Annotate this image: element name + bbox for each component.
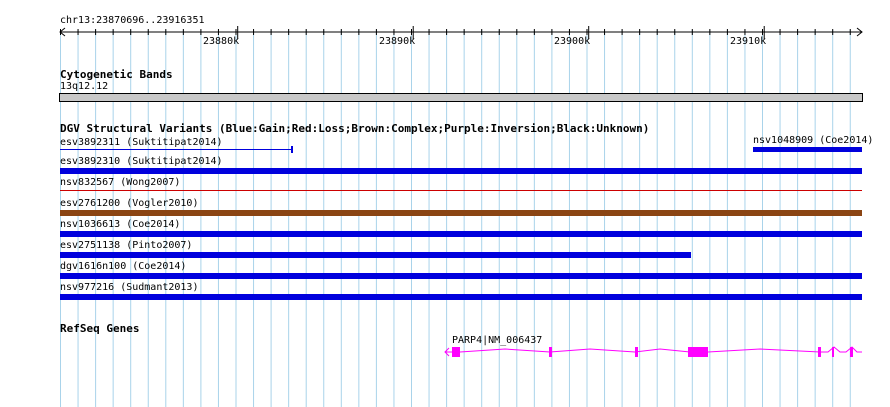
gene-exon bbox=[635, 347, 638, 357]
feature-bar-nsv1048909[interactable] bbox=[753, 147, 862, 152]
feature-bar-nsv832567[interactable] bbox=[60, 190, 862, 191]
gene-model-parp4[interactable] bbox=[0, 340, 890, 370]
gene-exon bbox=[832, 347, 834, 357]
feature-label[interactable]: nsv832567 (Wong2007) bbox=[60, 177, 180, 189]
gene-exon bbox=[688, 347, 708, 357]
cytoband-track-title: Cytogenetic Bands bbox=[60, 68, 173, 81]
feature-bar-esv2751138[interactable] bbox=[60, 252, 691, 258]
ruler-tick-label: 23880k bbox=[203, 36, 240, 47]
feature-bar-end-cap bbox=[291, 146, 293, 153]
gene-introns bbox=[445, 346, 862, 353]
refseq-track-title: RefSeq Genes bbox=[60, 322, 140, 335]
feature-bar-esv3892311[interactable] bbox=[60, 149, 292, 150]
feature-label[interactable]: nsv977216 (Sudmant2013) bbox=[60, 282, 198, 294]
ruler-tick-label: 23910k bbox=[730, 36, 767, 47]
dgv-track-title: DGV Structural Variants (Blue:Gain;Red:L… bbox=[60, 122, 650, 135]
feature-label[interactable]: esv3892311 (Suktitipat2014) bbox=[60, 137, 223, 149]
feature-label[interactable]: esv2761200 (Vogler2010) bbox=[60, 198, 198, 210]
feature-bar-dgv1616n100[interactable] bbox=[60, 273, 862, 279]
feature-bar-esv2761200[interactable] bbox=[60, 210, 862, 216]
feature-label[interactable]: nsv1036613 (Coe2014) bbox=[60, 219, 180, 231]
gene-exon bbox=[818, 347, 821, 357]
gene-exon bbox=[850, 347, 853, 357]
genome-browser-view: chr13:23870696..23916351 23880k 23890k 2… bbox=[0, 0, 890, 407]
feature-label[interactable]: esv2751138 (Pinto2007) bbox=[60, 240, 192, 252]
feature-bar-nsv1036613[interactable] bbox=[60, 231, 862, 237]
feature-label[interactable]: dgv1616n100 (Coe2014) bbox=[60, 261, 186, 273]
ruler-tick-label: 23890k bbox=[379, 36, 416, 47]
feature-bar-esv3892310[interactable] bbox=[60, 168, 862, 174]
feature-label[interactable]: nsv1048909 (Coe2014) bbox=[753, 135, 873, 147]
cytoband-bar[interactable] bbox=[59, 93, 863, 102]
gene-exon bbox=[549, 347, 552, 357]
gene-exon bbox=[452, 347, 460, 357]
feature-bar-nsv977216[interactable] bbox=[60, 294, 862, 300]
ruler-tick-label: 23900k bbox=[554, 36, 591, 47]
cytoband-label: 13q12.12 bbox=[60, 81, 109, 92]
feature-label[interactable]: esv3892310 (Suktitipat2014) bbox=[60, 156, 223, 168]
